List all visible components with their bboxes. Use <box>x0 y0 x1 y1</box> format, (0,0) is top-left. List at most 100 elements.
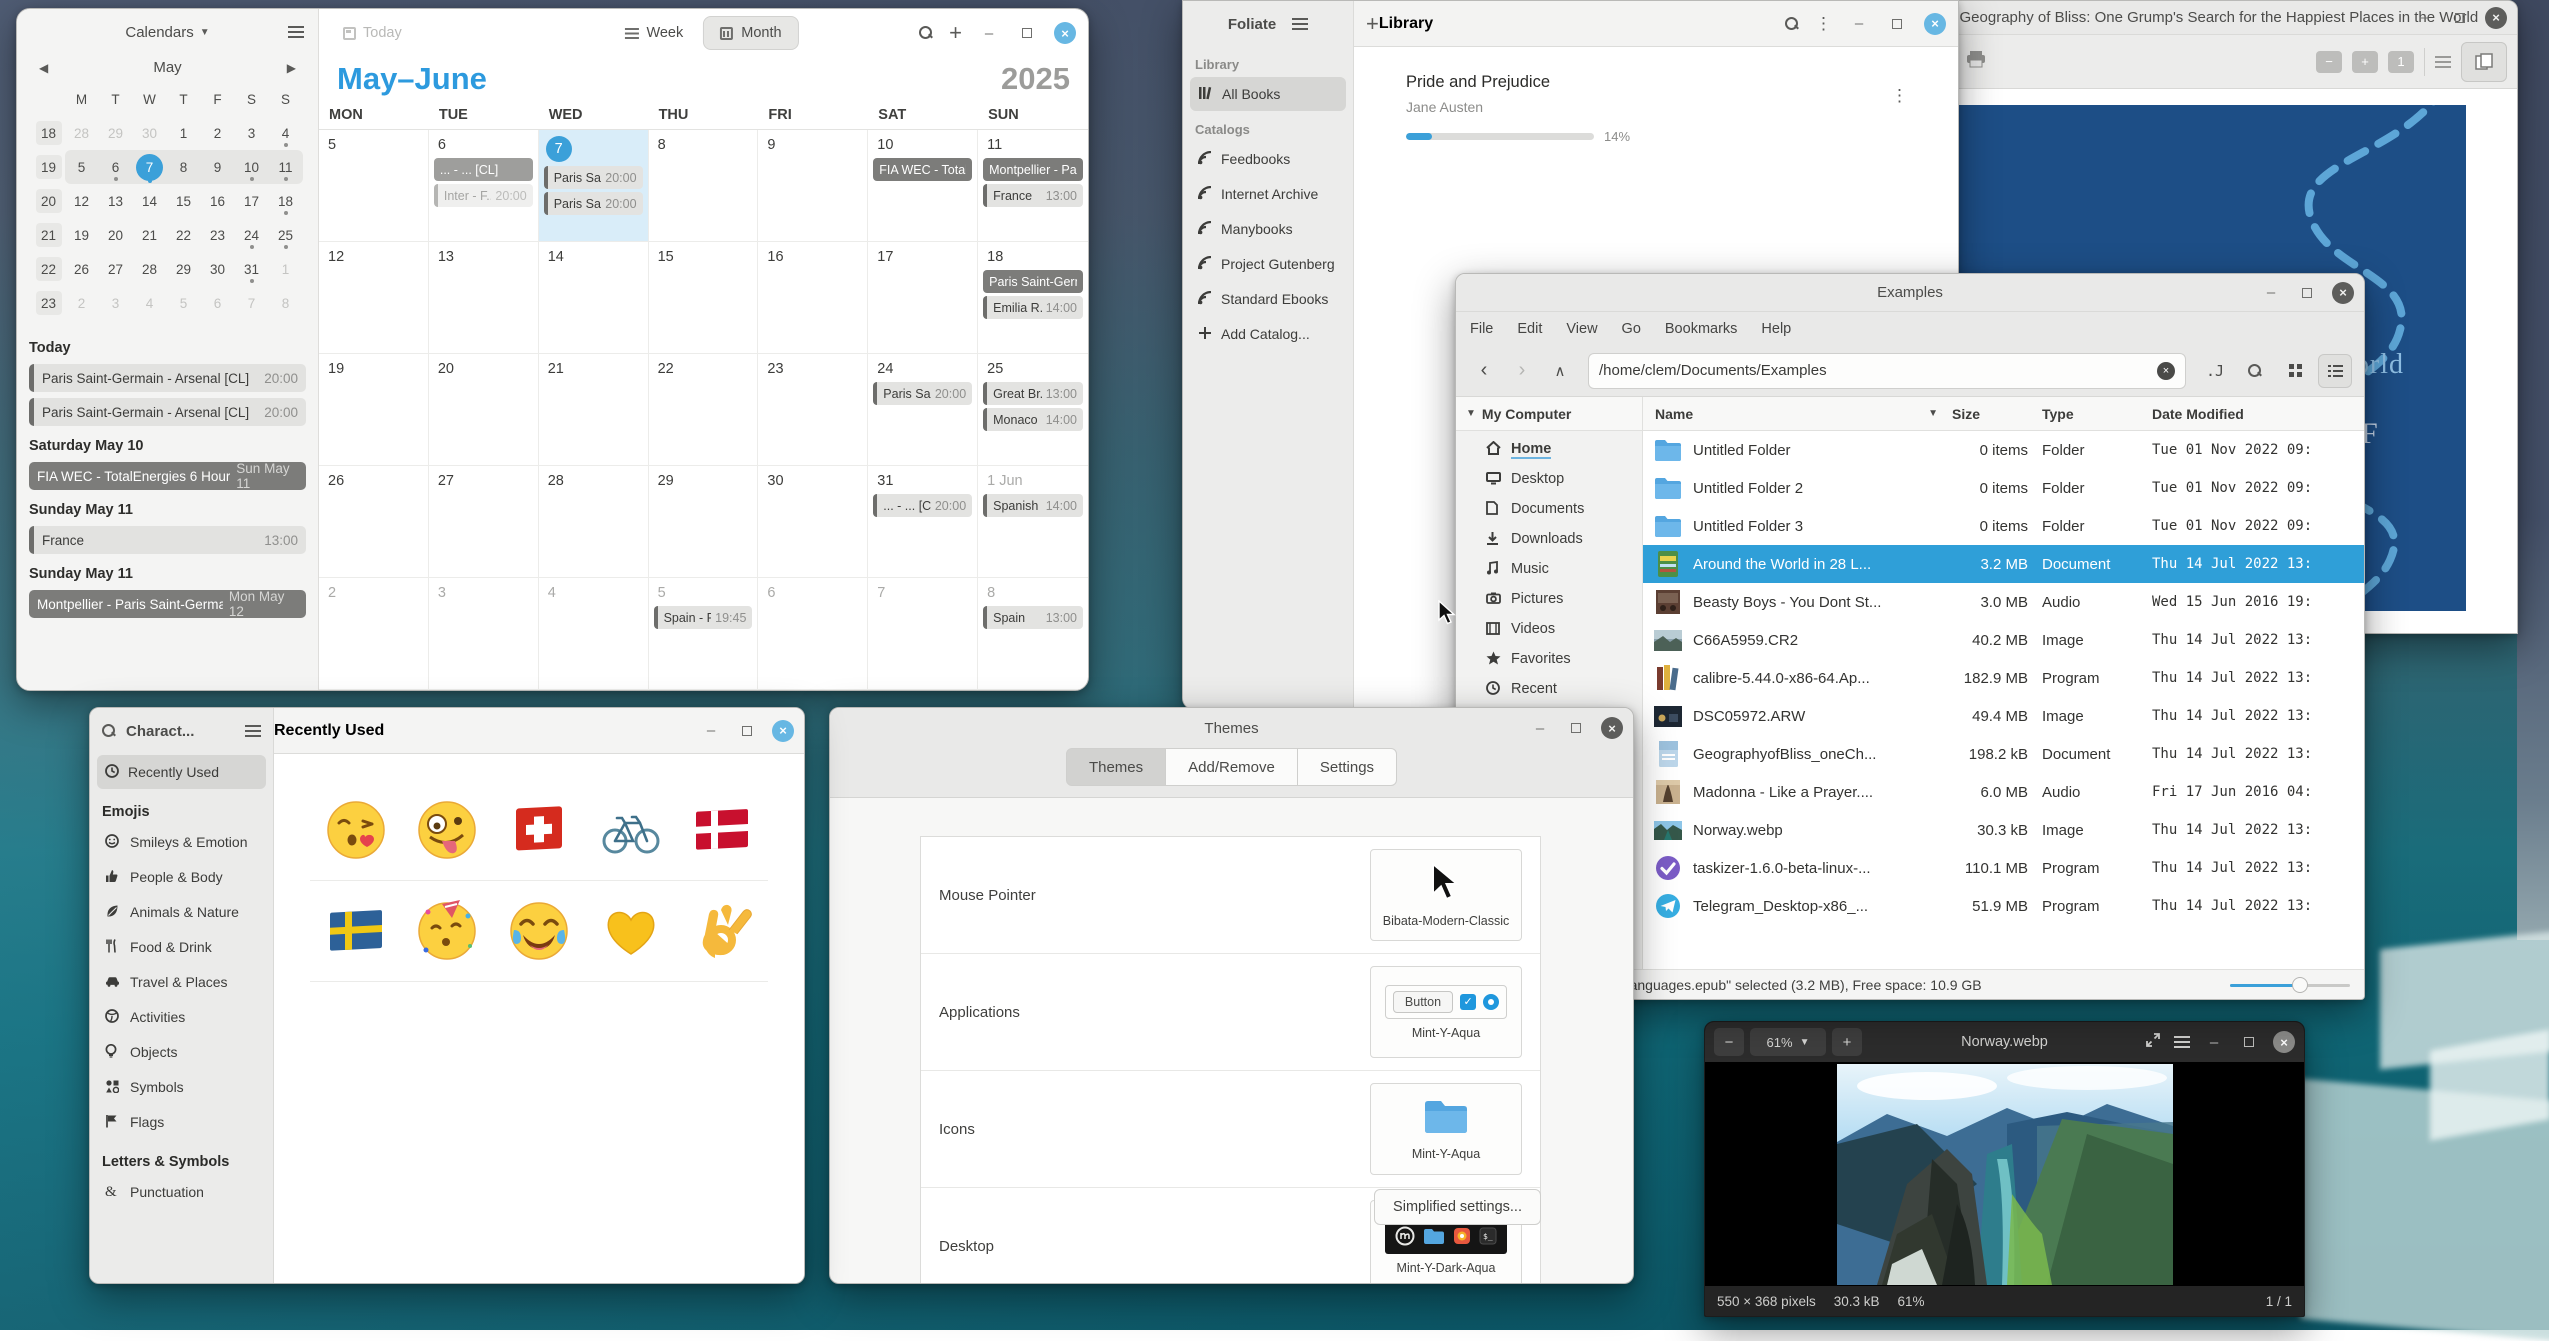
day-cell[interactable]: 23 <box>758 354 868 466</box>
zoom-out-button[interactable]: − <box>2316 51 2342 73</box>
day-cell[interactable]: 3 <box>429 578 539 690</box>
sidebar-item-punctuation[interactable]: &Punctuation <box>97 1175 266 1209</box>
zoom-in-button[interactable]: + <box>2352 51 2378 73</box>
mini-day-cell[interactable]: 22 <box>167 218 201 252</box>
mini-day-cell[interactable]: 4 <box>269 116 303 150</box>
sidebar-item-animals-nature[interactable]: Animals & Nature <box>97 895 266 929</box>
zoom-out-button[interactable]: − <box>1714 1028 1744 1056</box>
file-row[interactable]: C66A5959.CR240.2 MBImageThu 14 Jul 2022 … <box>1643 621 2364 659</box>
day-cell[interactable]: 22 <box>649 354 759 466</box>
minimize-button[interactable]: – <box>2413 7 2435 29</box>
day-cell[interactable]: 28 <box>539 466 649 578</box>
sidebar-item-desktop[interactable]: Desktop <box>1456 465 1642 495</box>
day-cell[interactable]: 11Montpellier - Pa...France13:00 <box>978 130 1088 242</box>
emoji-flag-ch[interactable] <box>493 780 585 881</box>
day-cell[interactable]: 6... - ... [CL]Inter - F...20:00 <box>429 130 539 242</box>
theme-select-button[interactable]: Bibata-Modern-Classic <box>1370 849 1522 941</box>
close-button[interactable]: × <box>2485 7 2507 29</box>
search-icon[interactable] <box>102 724 116 738</box>
minimize-button[interactable]: – <box>2203 1031 2225 1053</box>
mini-day-cell[interactable]: 4 <box>133 286 167 320</box>
minimize-button[interactable]: – <box>2260 282 2282 304</box>
day-cell[interactable]: 2 <box>319 578 429 690</box>
agenda-event[interactable]: Paris Saint-Germain - Arsenal [CL]20:00 <box>29 398 306 426</box>
close-button[interactable]: × <box>2273 1031 2295 1053</box>
calendar-event[interactable]: Paris Sai...20:00 <box>873 382 972 405</box>
emoji-bicycle[interactable] <box>585 780 677 881</box>
characters-headerbar[interactable]: Recently Used – × <box>274 708 804 754</box>
emoji-heart[interactable] <box>585 881 677 982</box>
zoom-slider[interactable] <box>2230 977 2350 993</box>
mini-day-cell[interactable]: 6 <box>99 150 133 184</box>
continuous-view-icon[interactable] <box>2435 56 2451 68</box>
week-view-button[interactable]: Week <box>608 16 699 50</box>
simplified-settings-button[interactable]: Simplified settings... <box>1374 1189 1541 1225</box>
menu-icon[interactable] <box>288 26 304 38</box>
mini-day-cell[interactable]: 18 <box>269 184 303 218</box>
mini-day-cell[interactable]: 1 <box>167 116 201 150</box>
mini-day-cell[interactable]: 28 <box>65 116 99 150</box>
next-month-button[interactable]: ▶ <box>287 61 296 75</box>
minimize-button[interactable]: – <box>1848 13 1870 35</box>
day-cell[interactable]: 9 <box>758 130 868 242</box>
file-manager-titlebar[interactable]: Examples – × <box>1456 274 2364 312</box>
calendar-event[interactable]: Inter - F...20:00 <box>434 184 533 207</box>
calendar-event[interactable]: ... - ... [CL]20:00 <box>873 494 972 517</box>
day-cell[interactable]: 12 <box>319 242 429 354</box>
calendar-event[interactable]: ... - ... [CL] <box>434 158 533 181</box>
day-cell[interactable]: 6 <box>758 578 868 690</box>
maximize-button[interactable] <box>736 720 758 742</box>
mini-day-cell[interactable]: 14 <box>133 184 167 218</box>
sidebar-item-add-catalog-[interactable]: Add Catalog... <box>1190 317 1346 351</box>
agenda-event[interactable]: Montpellier - Paris Saint-GermainMon May… <box>29 590 306 618</box>
menu-view[interactable]: View <box>1566 321 1597 337</box>
sidebar-item-symbols[interactable]: Symbols <box>97 1070 266 1104</box>
tab-themes[interactable]: Themes <box>1066 748 1166 786</box>
mini-day-cell[interactable]: 19 <box>65 218 99 252</box>
search-icon[interactable] <box>919 26 933 40</box>
maximize-button[interactable] <box>2296 282 2318 304</box>
mini-day-cell[interactable]: 12 <box>65 184 99 218</box>
file-row[interactable]: Untitled Folder 30 itemsFolderTue 01 Nov… <box>1643 507 2364 545</box>
day-cell[interactable]: 7 <box>868 578 978 690</box>
sidebar-item-favorites[interactable]: Favorites <box>1456 645 1642 675</box>
fullscreen-icon[interactable] <box>2145 1032 2161 1053</box>
sidebar-item-people-body[interactable]: People & Body <box>97 860 266 894</box>
book-kebab-icon[interactable]: ⋮ <box>1891 87 1908 104</box>
mini-day-cell[interactable]: 30 <box>133 116 167 150</box>
mini-day-cell[interactable]: 3 <box>99 286 133 320</box>
menu-edit[interactable]: Edit <box>1517 321 1542 337</box>
mini-day-cell[interactable]: 24 <box>235 218 269 252</box>
viewer-headerbar[interactable]: − 61%▼ + Norway.webp – × <box>1705 1022 2304 1062</box>
day-cell[interactable]: 29 <box>649 466 759 578</box>
close-button[interactable]: × <box>1924 13 1946 35</box>
sidebar-item-downloads[interactable]: Downloads <box>1456 525 1642 555</box>
sidebar-item-home[interactable]: Home <box>1456 435 1642 465</box>
day-cell[interactable]: 1 JunSpanish GP14:00 <box>978 466 1088 578</box>
sidebar-root[interactable]: ▼My Computer <box>1456 397 1643 430</box>
mini-day-cell[interactable]: 29 <box>167 252 201 286</box>
new-event-button[interactable]: + <box>949 20 962 46</box>
maximize-button[interactable] <box>1565 717 1587 739</box>
mini-day-cell[interactable]: 5 <box>167 286 201 320</box>
day-cell[interactable]: 14 <box>539 242 649 354</box>
column-date-modified[interactable]: Date Modified <box>2152 397 2364 430</box>
agenda-event[interactable]: FIA WEC - TotalEnergies 6 Hours o...Sun … <box>29 462 306 490</box>
mini-day-cell[interactable]: 31 <box>235 252 269 286</box>
calendar-event[interactable]: Paris Saint-Germ... <box>983 270 1083 293</box>
minimize-button[interactable]: – <box>700 720 722 742</box>
kebab-menu-icon[interactable]: ⋮ <box>1815 15 1832 32</box>
foliate-headerbar[interactable]: + Library ⋮ – × <box>1354 1 1958 47</box>
minimize-button[interactable]: – <box>1529 717 1551 739</box>
mini-day-cell[interactable]: 9 <box>201 150 235 184</box>
day-cell[interactable]: 24Paris Sai...20:00 <box>868 354 978 466</box>
file-row[interactable]: Madonna - Like a Prayer....6.0 MBAudioFr… <box>1643 773 2364 811</box>
calendar-event[interactable]: Emilia R...14:00 <box>983 296 1083 319</box>
day-cell[interactable]: 8 <box>649 130 759 242</box>
maximize-button[interactable] <box>2449 7 2471 29</box>
calendar-event[interactable]: Paris Sai...20:00 <box>544 166 643 189</box>
sidebar-item-project-gutenberg[interactable]: Project Gutenberg <box>1190 247 1346 281</box>
mini-day-cell[interactable]: 2 <box>65 286 99 320</box>
day-cell[interactable]: 27 <box>429 466 539 578</box>
sidebar-item-recently-used[interactable]: Recently Used <box>97 755 266 789</box>
